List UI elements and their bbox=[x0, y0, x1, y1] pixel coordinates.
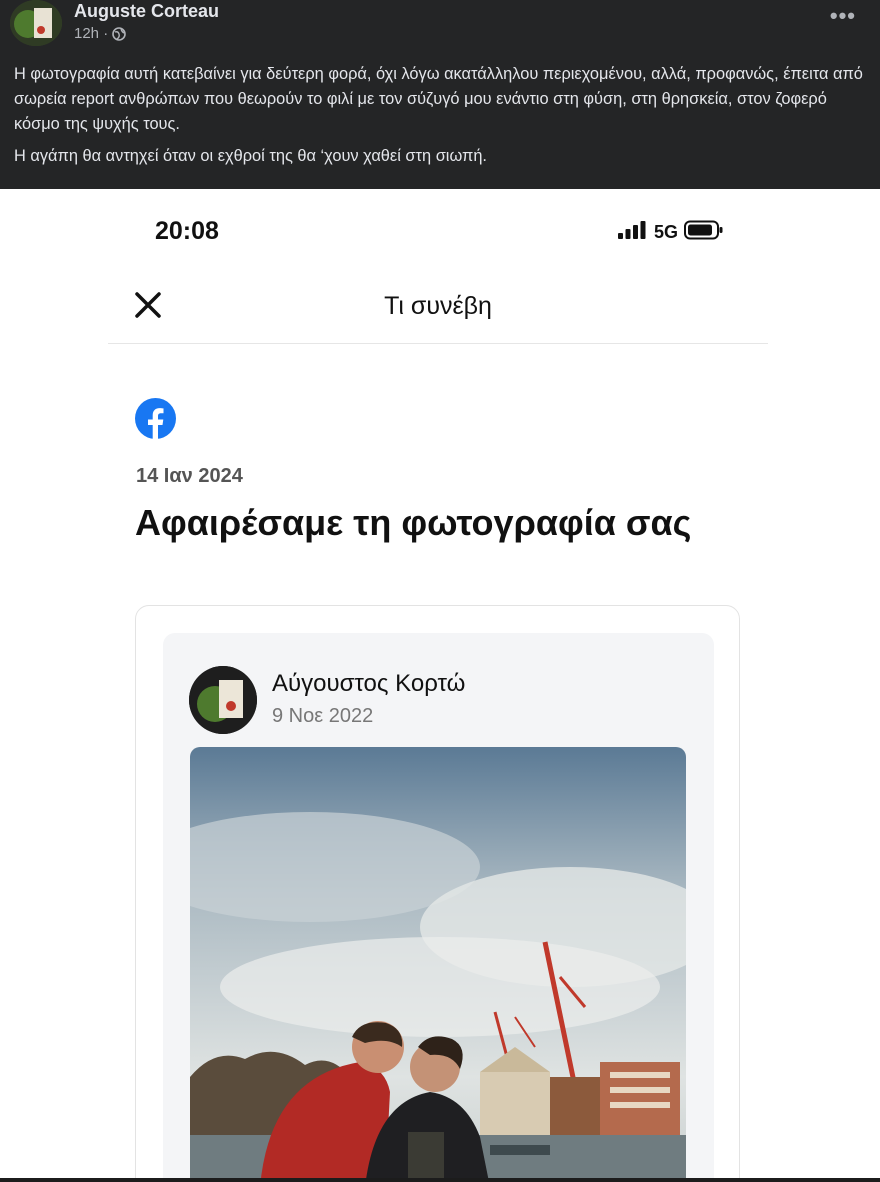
nav-title: Τι συνέβη bbox=[384, 292, 492, 320]
removed-photo bbox=[190, 747, 686, 1182]
bottom-edge bbox=[0, 1178, 880, 1182]
battery-icon bbox=[684, 220, 724, 245]
removed-post-author: Αύγουστος Κορτώ bbox=[272, 670, 466, 697]
post-time[interactable]: 12h · bbox=[74, 25, 108, 42]
facebook-logo-icon bbox=[135, 398, 176, 439]
phone-screenshot: 20:08 5G Τι συνέβη 14 Ιαν 2024 Αφαιρέσαμ… bbox=[0, 189, 880, 1182]
post-text: Η φωτογραφία αυτή κατεβαίνει για δεύτερη… bbox=[14, 62, 872, 176]
status-time: 20:08 bbox=[155, 217, 219, 245]
removed-post-date: 9 Νοε 2022 bbox=[272, 705, 374, 727]
post-meta: 12h · bbox=[74, 25, 127, 42]
facebook-post: Auguste Corteau 12h · ••• Η φωτογραφία α… bbox=[0, 0, 880, 189]
signal-icon bbox=[618, 221, 648, 244]
status-indicators: 5G bbox=[618, 220, 724, 245]
more-options-icon[interactable]: ••• bbox=[830, 5, 856, 27]
globe-icon bbox=[112, 26, 127, 41]
author-name[interactable]: Auguste Corteau bbox=[74, 1, 219, 22]
notice-date: 14 Ιαν 2024 bbox=[136, 465, 243, 487]
author-avatar[interactable] bbox=[10, 0, 62, 46]
post-paragraph: Η φωτογραφία αυτή κατεβαίνει για δεύτερη… bbox=[14, 65, 863, 133]
post-paragraph: Η αγάπη θα αντηχεί όταν οι εχθροί της θα… bbox=[14, 147, 487, 165]
nav-divider bbox=[108, 343, 768, 344]
removed-post-avatar bbox=[189, 666, 257, 734]
notice-title: Αφαιρέσαμε τη φωτογραφία σας bbox=[135, 502, 692, 543]
network-type: 5G bbox=[654, 222, 679, 242]
